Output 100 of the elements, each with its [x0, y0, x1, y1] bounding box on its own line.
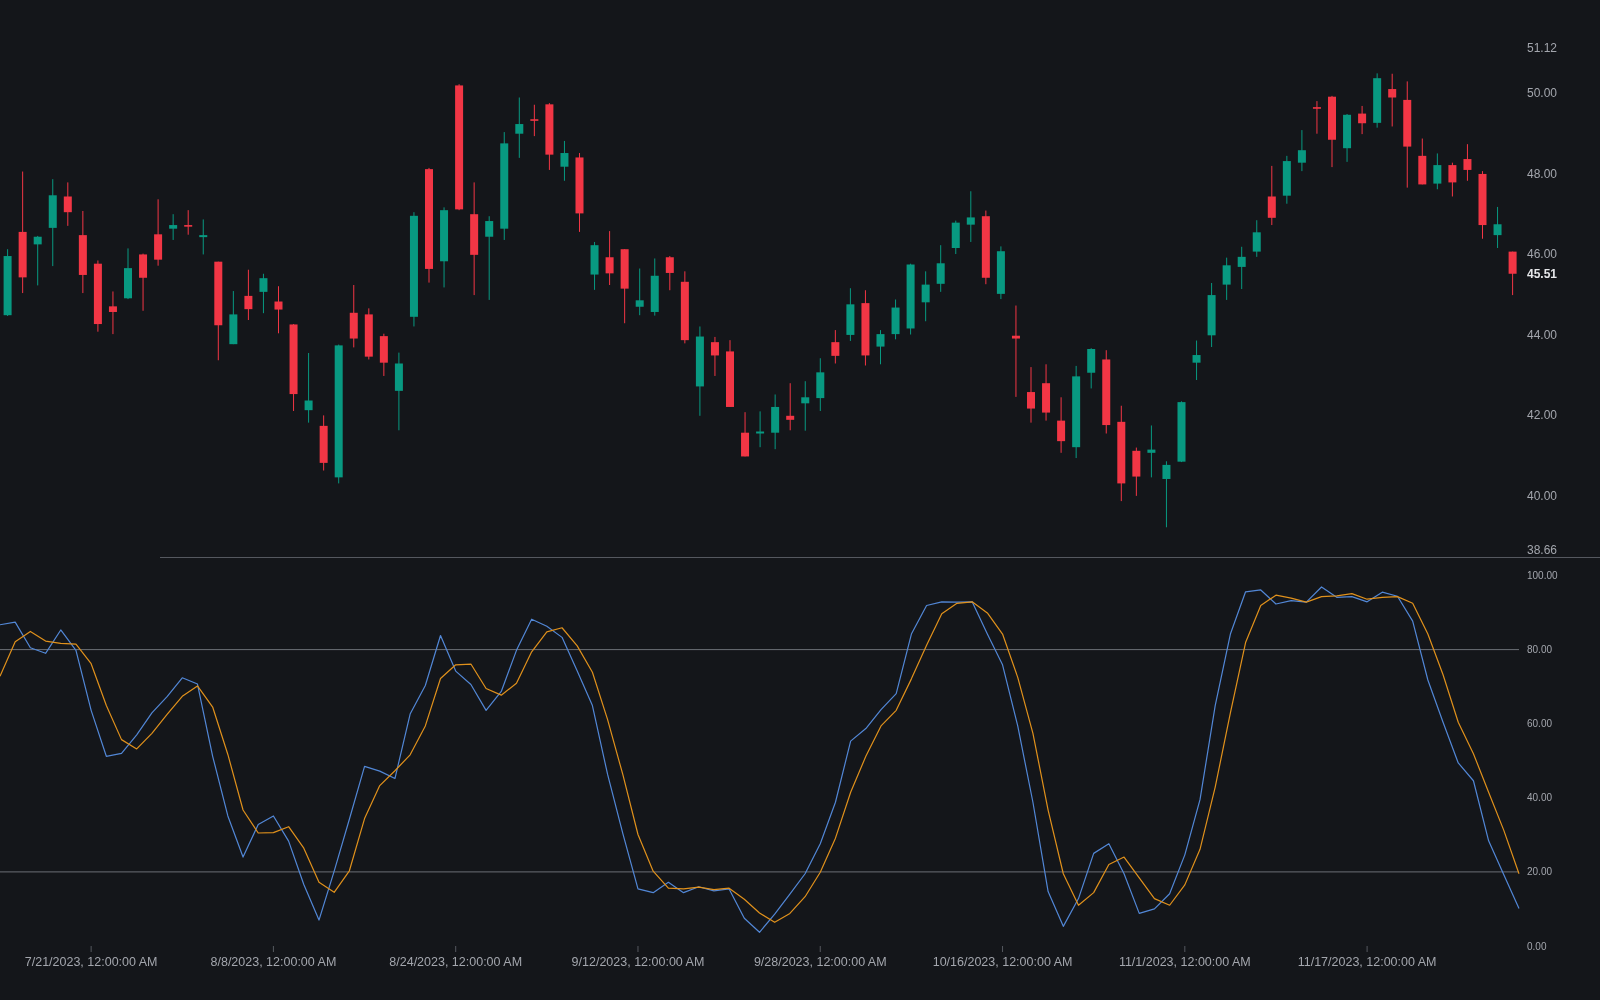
- candle: [1312, 100, 1321, 135]
- candle: [379, 333, 388, 377]
- candle: [1373, 72, 1382, 129]
- candle: [1448, 162, 1457, 197]
- candle: [635, 268, 644, 316]
- candle: [1207, 282, 1216, 348]
- candle: [560, 140, 569, 182]
- candle: [756, 410, 765, 448]
- axis-label: 100.00: [1527, 570, 1558, 581]
- candle: [108, 290, 117, 335]
- candle: [996, 245, 1005, 300]
- candle: [1252, 219, 1261, 258]
- tick-mark: [455, 945, 457, 953]
- date-axis-label: 7/21/2023, 12:00:00 AM: [24, 955, 158, 970]
- candle: [349, 284, 358, 348]
- candle: [906, 263, 915, 335]
- candle: [1388, 73, 1397, 127]
- candle: [3, 248, 12, 317]
- candle: [966, 190, 975, 243]
- candle: [1282, 155, 1291, 205]
- tick-mark: [819, 945, 821, 953]
- candle: [1177, 400, 1186, 463]
- last-price-label: 45.51: [1527, 266, 1558, 281]
- candle: [846, 287, 855, 342]
- candle: [169, 213, 178, 241]
- candle: [63, 181, 72, 227]
- candle: [741, 411, 750, 457]
- candle: [244, 269, 253, 321]
- candle: [1493, 206, 1502, 249]
- axis-label: 38.66: [1527, 542, 1558, 557]
- candle: [1162, 460, 1171, 528]
- candle: [1222, 257, 1231, 301]
- candle: [1267, 165, 1276, 226]
- tick-mark: [272, 945, 274, 953]
- axis-label: 80.00: [1527, 644, 1553, 656]
- candle: [515, 97, 524, 159]
- candle: [154, 198, 163, 267]
- candle: [1237, 246, 1246, 290]
- candle: [304, 352, 313, 424]
- candle: [364, 307, 373, 360]
- candle: [274, 285, 283, 334]
- candle: [1463, 143, 1472, 182]
- candle: [33, 235, 42, 286]
- candle: [786, 382, 795, 431]
- candle: [319, 414, 328, 472]
- candle: [605, 230, 614, 286]
- candle: [1027, 366, 1035, 424]
- candle: [891, 299, 900, 340]
- candle: [1192, 340, 1201, 381]
- candle: [259, 273, 268, 314]
- axis-label: 20.00: [1527, 866, 1553, 878]
- candle: [1433, 152, 1442, 190]
- axis-label: 50.00: [1527, 86, 1558, 101]
- candle: [139, 253, 148, 312]
- candle: [1042, 363, 1051, 422]
- candle: [1297, 129, 1306, 172]
- candle: [124, 247, 132, 300]
- candle: [1508, 251, 1517, 296]
- tick-mark: [1366, 945, 1368, 953]
- tick-mark: [637, 945, 639, 953]
- candle: [816, 357, 825, 412]
- candle: [801, 380, 810, 432]
- candle: [831, 329, 840, 364]
- date-axis-label: 9/28/2023, 12:00:00 AM: [753, 955, 887, 970]
- axis-label: 0.00: [1527, 940, 1547, 952]
- axis-label: 40.00: [1527, 488, 1558, 503]
- tick-mark: [1184, 945, 1186, 953]
- candle: [726, 339, 734, 408]
- date-axis-label: 10/16/2023, 12:00:00 AM: [932, 955, 1073, 970]
- candle: [951, 220, 960, 255]
- candle: [229, 290, 238, 345]
- candle: [665, 255, 674, 291]
- axis-label: 46.00: [1527, 247, 1558, 262]
- candle: [1132, 447, 1141, 497]
- axis-label: 42.00: [1527, 408, 1558, 423]
- candle: [1057, 396, 1066, 454]
- date-axis-label: 11/1/2023, 12:00:00 AM: [1118, 955, 1251, 970]
- date-axis-label: 8/8/2023, 12:00:00 AM: [210, 955, 337, 970]
- tick-mark: [1002, 945, 1004, 953]
- candle: [590, 241, 599, 291]
- candle: [771, 393, 780, 450]
- candle: [1478, 170, 1487, 240]
- axis-label: 40.00: [1527, 792, 1553, 804]
- date-axis-label: 8/24/2023, 12:00:00 AM: [389, 955, 523, 970]
- axis-label: 48.00: [1527, 166, 1558, 181]
- candle: [1343, 113, 1352, 163]
- axis-label: 60.00: [1527, 718, 1553, 730]
- candle: [710, 336, 719, 377]
- axis-label: 51.12: [1527, 41, 1558, 56]
- candle: [650, 257, 659, 317]
- date-axis-label: 11/17/2023, 12:00:00 AM: [1297, 955, 1437, 970]
- candle: [184, 209, 193, 236]
- axis-label: 44.00: [1527, 327, 1558, 342]
- candle: [1418, 138, 1427, 185]
- candle: [545, 102, 554, 171]
- candle: [921, 270, 930, 322]
- tick-mark: [90, 945, 92, 953]
- candle: [199, 218, 208, 255]
- candle: [876, 329, 885, 365]
- candle: [1358, 105, 1367, 135]
